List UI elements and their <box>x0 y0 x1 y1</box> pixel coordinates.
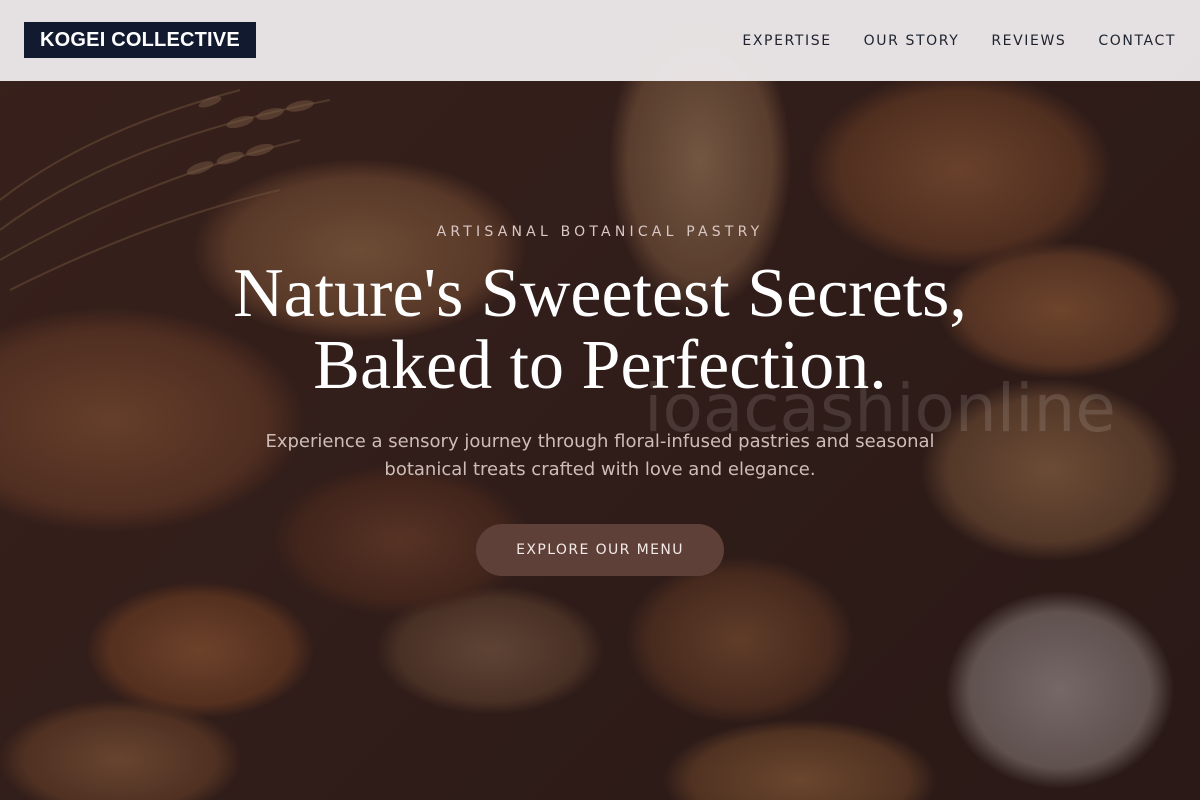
hero-subtitle: Experience a sensory journey through flo… <box>265 431 935 480</box>
explore-menu-button[interactable]: EXPLORE OUR MENU <box>476 524 724 576</box>
hero-headline-line1: Nature's Sweetest Secrets, <box>233 255 967 332</box>
nav-link-reviews[interactable]: REVIEWS <box>991 33 1066 49</box>
brand-logo[interactable]: KOGEI COLLECTIVE <box>24 22 256 58</box>
nav-link-expertise[interactable]: EXPERTISE <box>742 33 831 49</box>
site-header: KOGEI COLLECTIVE EXPERTISE OUR STORY REV… <box>0 0 1200 81</box>
main-nav: EXPERTISE OUR STORY REVIEWS CONTACT <box>742 0 1176 81</box>
hero-eyebrow: ARTISANAL BOTANICAL PASTRY <box>436 224 764 240</box>
nav-link-contact[interactable]: CONTACT <box>1098 33 1176 49</box>
nav-link-our-story[interactable]: OUR STORY <box>864 33 960 49</box>
